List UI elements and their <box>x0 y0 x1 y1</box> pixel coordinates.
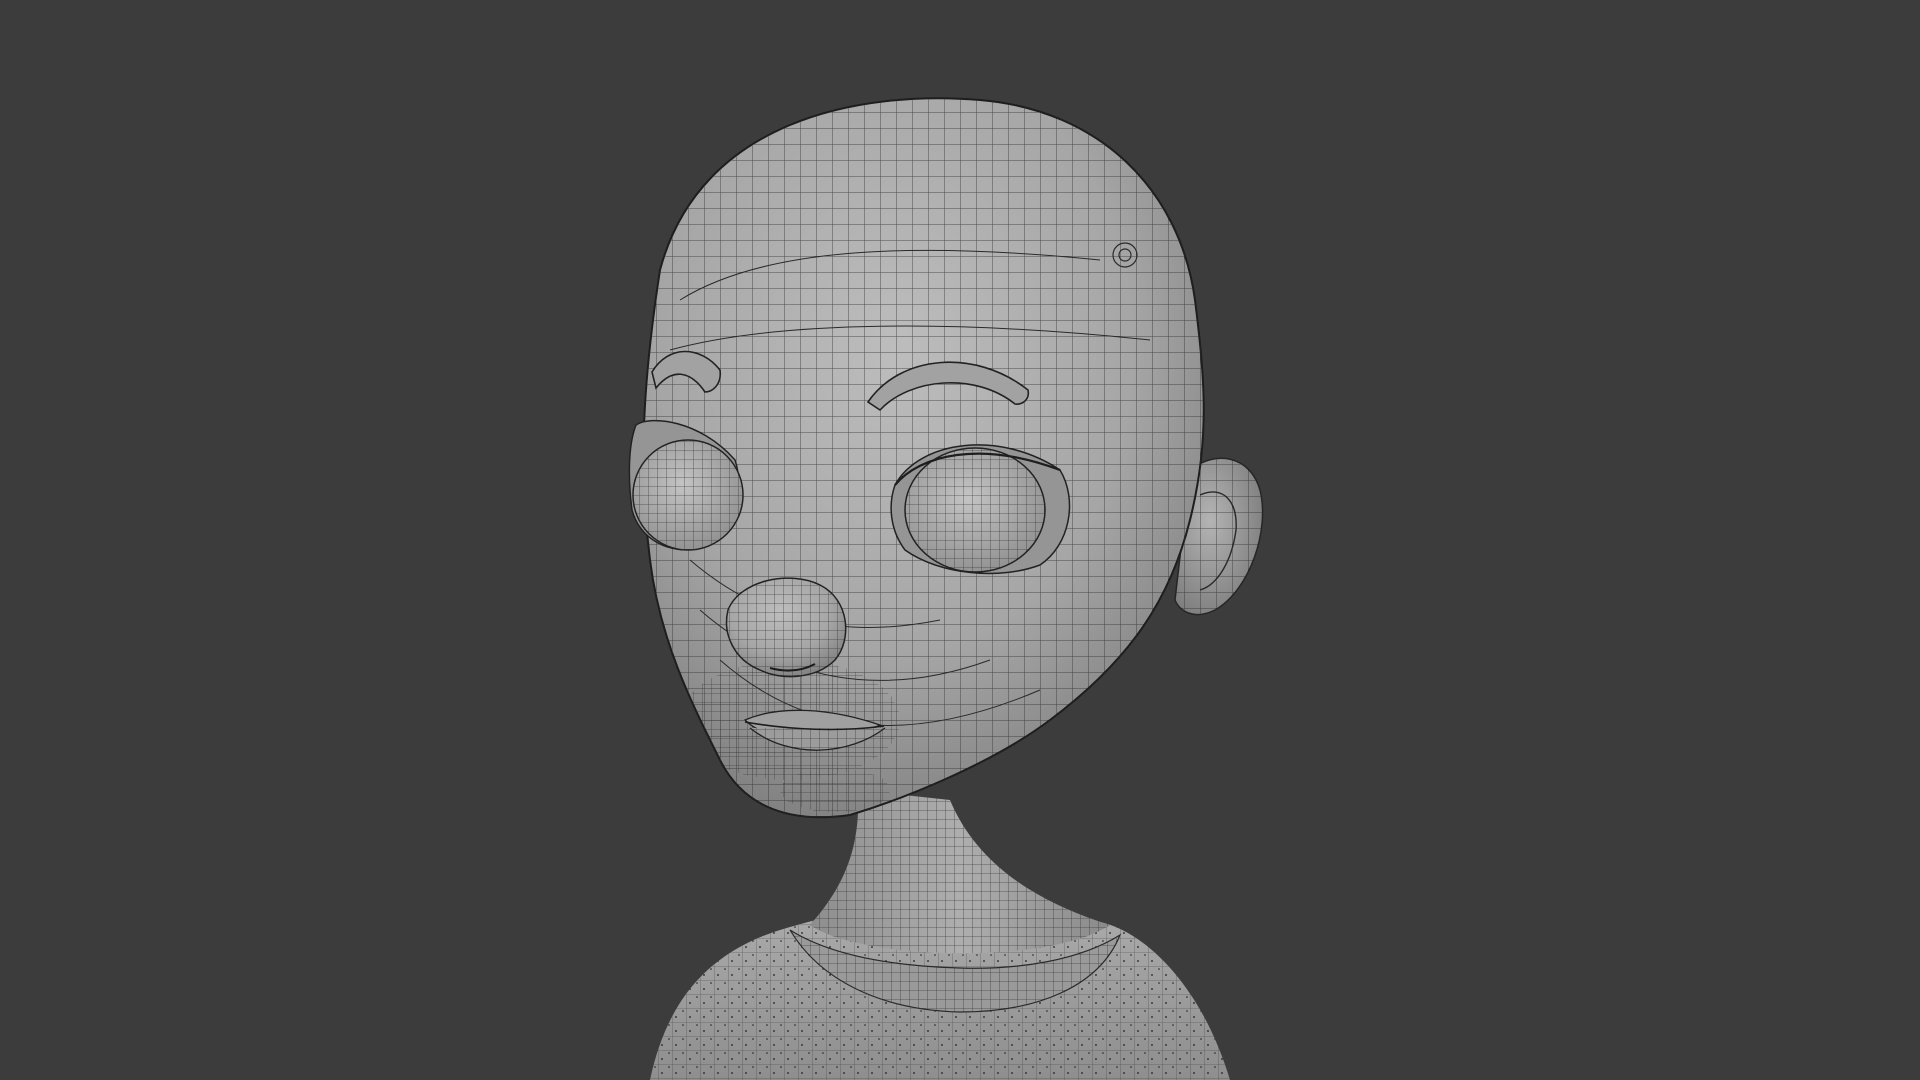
eye-right <box>890 444 1071 575</box>
3d-viewport[interactable] <box>0 0 1920 1080</box>
viewport-render <box>628 97 1264 1080</box>
chin-mesh <box>780 768 890 812</box>
